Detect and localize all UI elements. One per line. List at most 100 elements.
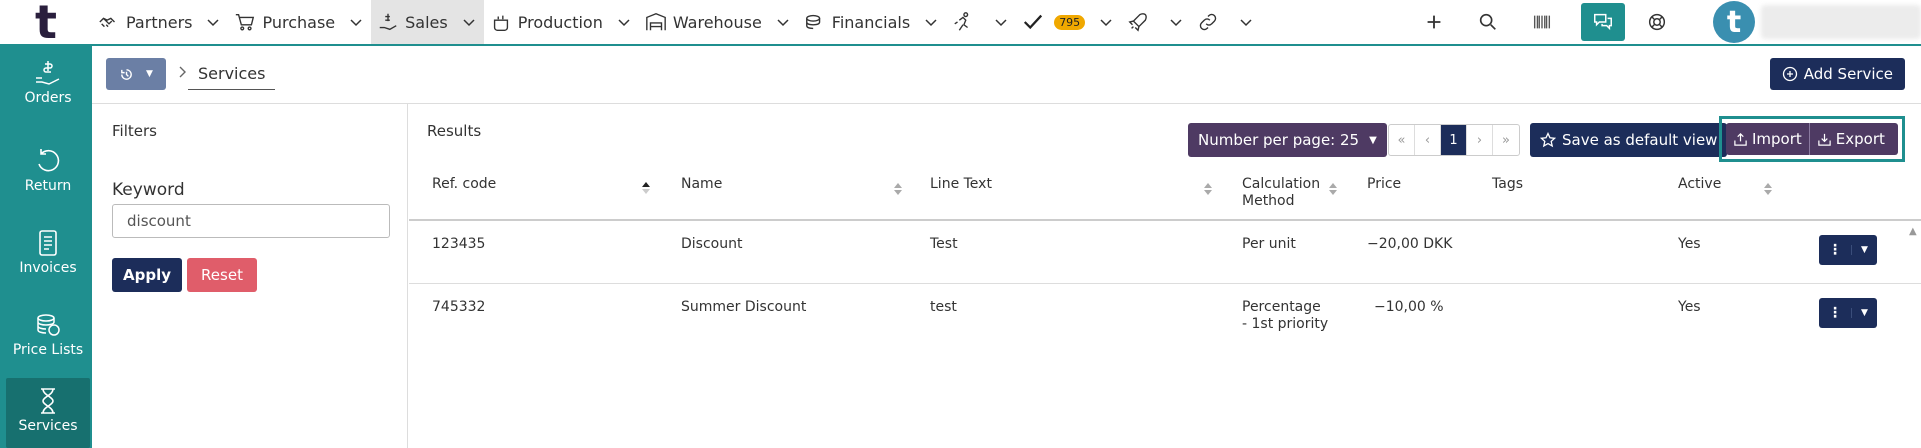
sort-asc-icon[interactable] bbox=[641, 181, 651, 195]
row-actions-button[interactable]: ⋮ ▼ bbox=[1819, 298, 1877, 328]
cell-calc-line2: - 1st priority bbox=[1242, 316, 1329, 332]
col-header-ref[interactable]: Ref. code bbox=[432, 176, 496, 193]
page-current-button[interactable]: 1 bbox=[1441, 125, 1467, 155]
cell-line-text: test bbox=[930, 299, 957, 315]
row-actions-button[interactable]: ⋮ ▼ bbox=[1819, 235, 1877, 265]
per-page-label: Number per page: 25 bbox=[1198, 131, 1360, 149]
sort-icon[interactable] bbox=[1203, 182, 1213, 196]
sort-icon[interactable] bbox=[893, 182, 903, 196]
search-button[interactable] bbox=[1461, 0, 1515, 44]
running-person-icon bbox=[954, 12, 969, 31]
nav-purchase-dropdown[interactable] bbox=[341, 0, 371, 44]
cell-name: Discount bbox=[681, 236, 743, 252]
nav-financials-dropdown[interactable] bbox=[916, 0, 946, 44]
export-button[interactable]: Export bbox=[1808, 123, 1892, 155]
pagination: « ‹ 1 › » bbox=[1388, 124, 1520, 156]
col-header-name[interactable]: Name bbox=[681, 176, 722, 193]
help-button[interactable] bbox=[1637, 0, 1677, 44]
add-button[interactable] bbox=[1407, 0, 1461, 44]
chevron-down-icon bbox=[1170, 19, 1182, 27]
history-button[interactable]: ▼ bbox=[106, 58, 166, 90]
sidebar-item-invoices[interactable]: Invoices bbox=[6, 228, 90, 292]
checkmark-icon bbox=[1024, 14, 1043, 30]
col-header-line-text[interactable]: Line Text bbox=[930, 176, 992, 193]
nav-partners[interactable]: Partners bbox=[92, 0, 198, 44]
cell-price: −20,00 DKK bbox=[1367, 236, 1453, 252]
col-header-calc-method[interactable]: Calculation Method bbox=[1242, 176, 1320, 210]
sidebar-item-label: Invoices bbox=[19, 260, 77, 276]
cell-active: Yes bbox=[1678, 299, 1701, 315]
col-header-price[interactable]: Price bbox=[1367, 176, 1401, 193]
cell-ref: 745332 bbox=[432, 299, 486, 315]
nav-purchase[interactable]: Purchase bbox=[228, 0, 341, 44]
nav-label: Warehouse bbox=[672, 12, 762, 32]
sort-icon[interactable] bbox=[1763, 182, 1773, 196]
avatar[interactable]: t bbox=[1713, 1, 1755, 43]
nav-launch-dropdown[interactable] bbox=[1161, 0, 1191, 44]
page-next-button[interactable]: › bbox=[1467, 125, 1493, 155]
results-title: Results bbox=[427, 122, 482, 140]
sidebar-item-label: Orders bbox=[24, 90, 72, 106]
sidebar-item-orders[interactable]: Orders bbox=[6, 58, 90, 122]
sidebar-item-return[interactable]: Return bbox=[6, 146, 90, 210]
save-view-label: Save as default view bbox=[1562, 131, 1718, 149]
nav-partners-dropdown[interactable] bbox=[198, 0, 228, 44]
results-panel: Results Number per page: 25 ▼ « ‹ 1 › » … bbox=[409, 104, 1921, 448]
nav-activities[interactable] bbox=[946, 0, 986, 44]
nav-links-dropdown[interactable] bbox=[1231, 0, 1261, 44]
warehouse-icon bbox=[646, 13, 666, 31]
nav-launch[interactable] bbox=[1121, 0, 1161, 44]
keyword-input[interactable] bbox=[112, 204, 390, 238]
chat-button[interactable] bbox=[1581, 3, 1625, 41]
save-default-view-button[interactable]: Save as default view bbox=[1530, 123, 1728, 157]
tasks-badge: 795 bbox=[1054, 14, 1086, 30]
chevron-down-icon bbox=[618, 19, 630, 27]
nav-sales[interactable]: Sales bbox=[371, 0, 454, 44]
user-name-blurred[interactable] bbox=[1761, 5, 1921, 39]
sidebar-item-label: Services bbox=[18, 418, 78, 434]
nav-links[interactable] bbox=[1191, 0, 1231, 44]
caret-down-icon: ▼ bbox=[1851, 245, 1877, 255]
caret-down-icon: ▼ bbox=[1369, 134, 1377, 146]
import-export-group: Import Export bbox=[1726, 123, 1898, 155]
link-icon bbox=[1199, 13, 1217, 31]
apply-button[interactable]: Apply bbox=[112, 258, 182, 292]
breadcrumb[interactable]: Services bbox=[188, 60, 276, 90]
nav-tasks[interactable]: 795 bbox=[1016, 0, 1091, 44]
scroll-up-arrow[interactable]: ▲ bbox=[1909, 226, 1917, 237]
page-prev-button[interactable]: ‹ bbox=[1415, 125, 1441, 155]
nav-warehouse-dropdown[interactable] bbox=[768, 0, 798, 44]
coins-stack-icon bbox=[37, 314, 60, 336]
nav-warehouse[interactable]: Warehouse bbox=[639, 0, 768, 44]
sidebar-item-services[interactable]: Services bbox=[6, 378, 90, 448]
nav-tasks-dropdown[interactable] bbox=[1091, 0, 1121, 44]
import-button[interactable]: Import bbox=[1726, 123, 1809, 155]
nav-financials[interactable]: Financials bbox=[798, 0, 916, 44]
nav-production-dropdown[interactable] bbox=[609, 0, 639, 44]
col-header-tags[interactable]: Tags bbox=[1492, 176, 1523, 193]
hourglass-icon bbox=[41, 388, 55, 414]
sort-icon[interactable] bbox=[1328, 182, 1338, 196]
nav-label: Purchase bbox=[262, 12, 336, 32]
add-service-button[interactable]: Add Service bbox=[1769, 58, 1905, 90]
sales-hand-icon bbox=[379, 13, 397, 31]
page-last-button[interactable]: » bbox=[1493, 125, 1519, 155]
chevron-down-icon bbox=[1100, 19, 1112, 27]
nav-sales-dropdown[interactable] bbox=[453, 0, 484, 44]
nav-production[interactable]: Production bbox=[484, 0, 609, 44]
table-header-divider bbox=[409, 219, 1921, 221]
barcode-button[interactable] bbox=[1515, 0, 1569, 44]
lifebuoy-icon bbox=[1648, 13, 1666, 31]
import-label: Import bbox=[1752, 130, 1802, 148]
chevron-down-icon bbox=[995, 19, 1007, 27]
reset-button[interactable]: Reset bbox=[187, 258, 257, 292]
chevron-down-icon bbox=[350, 19, 362, 27]
app-logo[interactable]: t bbox=[0, 0, 92, 49]
col-header-active[interactable]: Active bbox=[1678, 176, 1721, 193]
nav-label: Financials bbox=[831, 12, 911, 32]
page-first-button[interactable]: « bbox=[1389, 125, 1415, 155]
rocket-icon bbox=[1128, 13, 1148, 32]
per-page-select[interactable]: Number per page: 25 ▼ bbox=[1188, 123, 1387, 157]
nav-activities-dropdown[interactable] bbox=[986, 0, 1016, 44]
sidebar-item-price-lists[interactable]: Price Lists bbox=[6, 310, 90, 374]
